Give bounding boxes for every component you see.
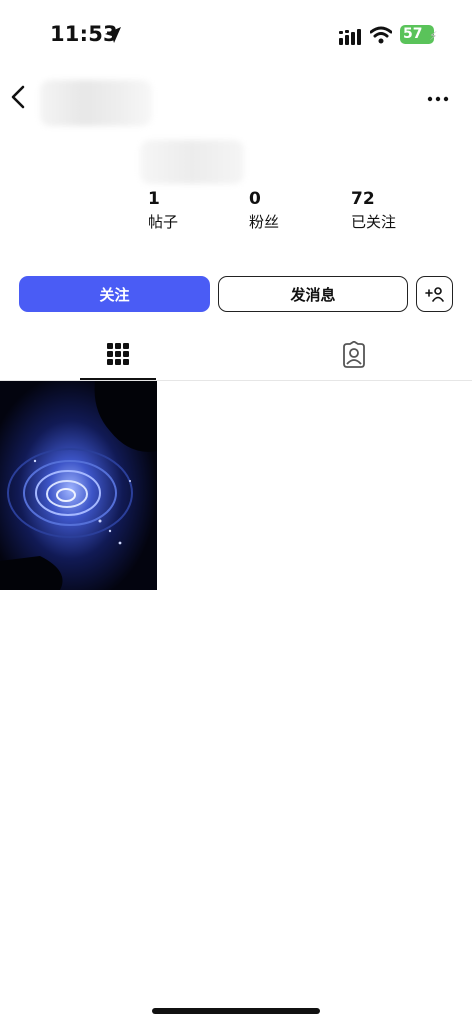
cellular-signal-icon <box>339 29 361 45</box>
battery-charging-icon: ⚡ <box>429 29 438 43</box>
grid-icon[interactable] <box>107 343 129 365</box>
post-thumbnail[interactable] <box>0 381 157 590</box>
followers-count[interactable]: 0 <box>249 189 261 209</box>
profile-username-blurred <box>40 80 152 126</box>
wifi-icon <box>370 26 392 44</box>
follow-button[interactable]: 关注 <box>19 276 210 312</box>
posts-label[interactable]: 帖子 <box>148 211 178 232</box>
message-button[interactable]: 发消息 <box>218 276 408 312</box>
ellipsis-icon[interactable] <box>427 96 449 102</box>
chevron-left-icon[interactable] <box>9 84 27 110</box>
add-person-icon <box>424 287 444 302</box>
profile-name-blurred <box>140 140 244 184</box>
followers-label[interactable]: 粉丝 <box>249 211 279 232</box>
add-user-button[interactable] <box>416 276 453 312</box>
following-label[interactable]: 已关注 <box>351 211 396 232</box>
message-button-label: 发消息 <box>290 285 336 304</box>
location-arrow-icon <box>105 27 121 43</box>
following-count[interactable]: 72 <box>351 189 375 209</box>
tagged-person-icon[interactable] <box>340 341 368 369</box>
posts-count[interactable]: 1 <box>148 189 160 209</box>
home-indicator <box>152 1008 320 1014</box>
follow-button-label: 关注 <box>99 285 130 304</box>
